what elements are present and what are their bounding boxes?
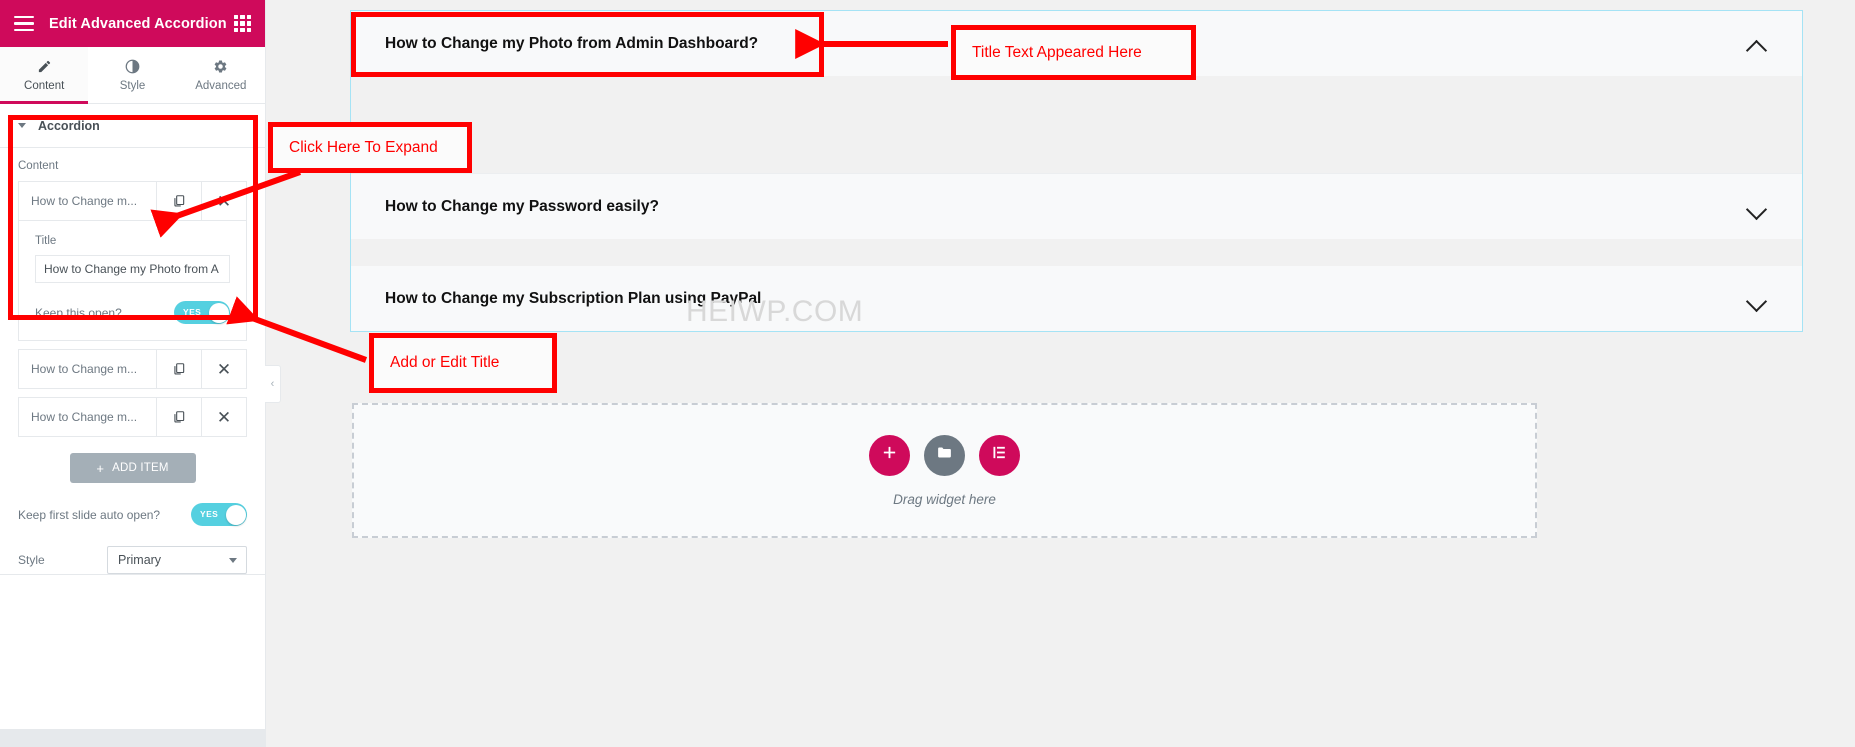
- accordion-item: How to Change my Subscription Plan using…: [351, 266, 1802, 331]
- chevron-down-icon[interactable]: [1746, 288, 1768, 310]
- auto-open-toggle[interactable]: YES: [191, 503, 247, 526]
- editor-panel: Edit Advanced Accordion Content Style Ad…: [0, 0, 266, 747]
- annotation-box-panel: [8, 115, 258, 320]
- style-select[interactable]: Primary: [107, 546, 247, 574]
- grid-apps-icon[interactable]: [234, 15, 251, 32]
- repeater-row-title[interactable]: How to Change m...: [19, 350, 156, 388]
- panel-collapse-handle[interactable]: ‹: [265, 365, 281, 403]
- accordion-panel-1: [351, 76, 1802, 173]
- tab-style-label: Style: [119, 79, 146, 92]
- plus-icon: +: [96, 460, 105, 476]
- tab-content[interactable]: Content: [0, 47, 89, 104]
- add-section-button[interactable]: [869, 434, 910, 476]
- add-item-wrapper: + ADD ITEM: [0, 437, 265, 483]
- accordion-header-2[interactable]: How to Change my Password easily?: [351, 174, 1802, 239]
- pencil-icon: [37, 59, 52, 74]
- repeater-row[interactable]: How to Change m... ✕: [18, 397, 247, 437]
- folder-icon: [936, 444, 953, 466]
- tab-advanced[interactable]: Advanced: [176, 47, 265, 103]
- copy-icon[interactable]: [156, 398, 201, 436]
- accordion-gap: [351, 239, 1802, 266]
- panel-header: Edit Advanced Accordion: [0, 0, 265, 47]
- auto-open-label: Keep first slide auto open?: [18, 507, 161, 522]
- auto-open-toggle-label: YES: [200, 509, 219, 519]
- style-label: Style: [18, 553, 45, 567]
- accordion-header-3[interactable]: How to Change my Subscription Plan using…: [351, 266, 1802, 331]
- repeater-row[interactable]: How to Change m... ✕: [18, 349, 247, 389]
- accordion-title-2: How to Change my Password easily?: [385, 197, 659, 215]
- accordion-item: How to Change my Password easily?: [351, 174, 1802, 239]
- chevron-down-icon: [229, 557, 237, 563]
- page-title: Edit Advanced Accordion: [49, 15, 227, 32]
- add-item-button[interactable]: + ADD ITEM: [69, 453, 196, 483]
- panel-footer-strip: [0, 729, 265, 747]
- chevron-down-icon[interactable]: [1746, 196, 1768, 218]
- tab-style[interactable]: Style: [88, 47, 177, 103]
- tab-advanced-label: Advanced: [195, 79, 247, 92]
- template-library-button[interactable]: [924, 434, 965, 476]
- close-x-icon[interactable]: ✕: [201, 350, 246, 388]
- dropzone-label: Drag widget here: [893, 491, 996, 507]
- annotation-title-text-appeared: Title Text Appeared Here: [951, 25, 1196, 80]
- style-row: Style Primary: [0, 546, 265, 574]
- half-circle-icon: [125, 59, 140, 74]
- toggle-knob: [225, 504, 246, 525]
- gear-icon: [213, 59, 228, 74]
- panel-tabs: Content Style Advanced: [0, 47, 265, 104]
- plus-icon: [881, 444, 898, 466]
- close-x-icon[interactable]: ✕: [201, 398, 246, 436]
- copy-icon[interactable]: [156, 350, 201, 388]
- auto-open-row: Keep first slide auto open? YES: [0, 503, 265, 526]
- annotation-add-or-edit-title: Add or Edit Title: [369, 333, 557, 393]
- watermark: HEIWP.COM: [686, 295, 864, 328]
- chevron-up-icon[interactable]: [1746, 33, 1768, 55]
- add-item-label: ADD ITEM: [112, 462, 169, 474]
- hamburger-icon[interactable]: [14, 16, 34, 31]
- repeater-row-title[interactable]: How to Change m...: [19, 398, 156, 436]
- drag-widget-dropzone[interactable]: Drag widget here: [352, 403, 1537, 538]
- elementor-e-icon: [991, 444, 1008, 466]
- tab-content-label: Content: [24, 79, 65, 92]
- style-select-value: Primary: [118, 553, 162, 567]
- annotation-click-here-to-expand: Click Here To Expand: [268, 122, 472, 173]
- elementor-ai-button[interactable]: [979, 434, 1020, 476]
- elementor-editor-screen: Edit Advanced Accordion Content Style Ad…: [0, 0, 1855, 747]
- dropzone-buttons: [869, 434, 1020, 476]
- annotation-box-title: [351, 12, 824, 77]
